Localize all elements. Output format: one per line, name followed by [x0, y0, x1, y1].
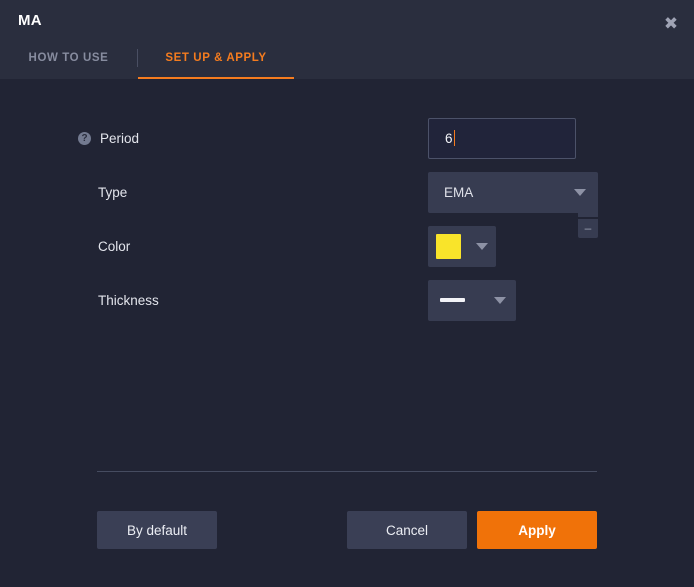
ma-settings-dialog: MA ✖ HOW TO USE SET UP & APPLY ? Period … [0, 0, 694, 587]
tab-set-up-and-apply[interactable]: SET UP & APPLY [138, 43, 294, 79]
period-input-value: 6 [445, 130, 453, 146]
chevron-down-icon [494, 296, 506, 304]
footer-divider [97, 471, 597, 472]
type-label-group: Type [98, 185, 127, 200]
dialog-title: MA [18, 12, 42, 29]
color-select[interactable] [428, 225, 496, 267]
apply-button[interactable]: Apply [477, 511, 597, 549]
dialog-body: ? Period 6 + – Type EMA [0, 79, 694, 587]
tab-bar: HOW TO USE SET UP & APPLY [0, 43, 294, 79]
thickness-label-group: Thickness [98, 293, 159, 308]
chevron-down-icon [574, 188, 586, 196]
thickness-label: Thickness [98, 292, 159, 308]
form-row-period: ? Period 6 [0, 116, 694, 160]
cancel-button[interactable]: Cancel [347, 511, 467, 549]
close-icon[interactable]: ✖ [658, 11, 684, 35]
help-icon[interactable]: ? [78, 131, 91, 145]
text-caret [453, 130, 455, 146]
form-row-thickness: Thickness [0, 278, 694, 322]
tab-how-to-use-label: HOW TO USE [28, 52, 109, 64]
color-label: Color [98, 238, 131, 254]
type-select-value: EMA [444, 184, 474, 200]
tab-how-to-use[interactable]: HOW TO USE [0, 43, 137, 79]
color-label-group: Color [98, 239, 130, 254]
color-swatch [436, 233, 461, 259]
type-select[interactable]: EMA [428, 171, 598, 213]
by-default-button[interactable]: By default [97, 511, 217, 549]
tab-set-up-and-apply-label: SET UP & APPLY [165, 52, 267, 64]
dialog-header: MA ✖ HOW TO USE SET UP & APPLY [0, 0, 694, 79]
form-row-color: Color [0, 224, 694, 268]
thickness-select[interactable] [428, 279, 516, 321]
period-input[interactable]: 6 [428, 117, 576, 159]
line-thickness-preview-icon [440, 298, 465, 302]
form-row-type: Type EMA [0, 170, 694, 214]
period-label: Period [100, 130, 140, 146]
dialog-footer: By default Cancel Apply [0, 471, 694, 587]
chevron-down-icon [476, 242, 488, 250]
type-label: Type [98, 184, 128, 200]
period-label-group: ? Period [78, 131, 139, 146]
